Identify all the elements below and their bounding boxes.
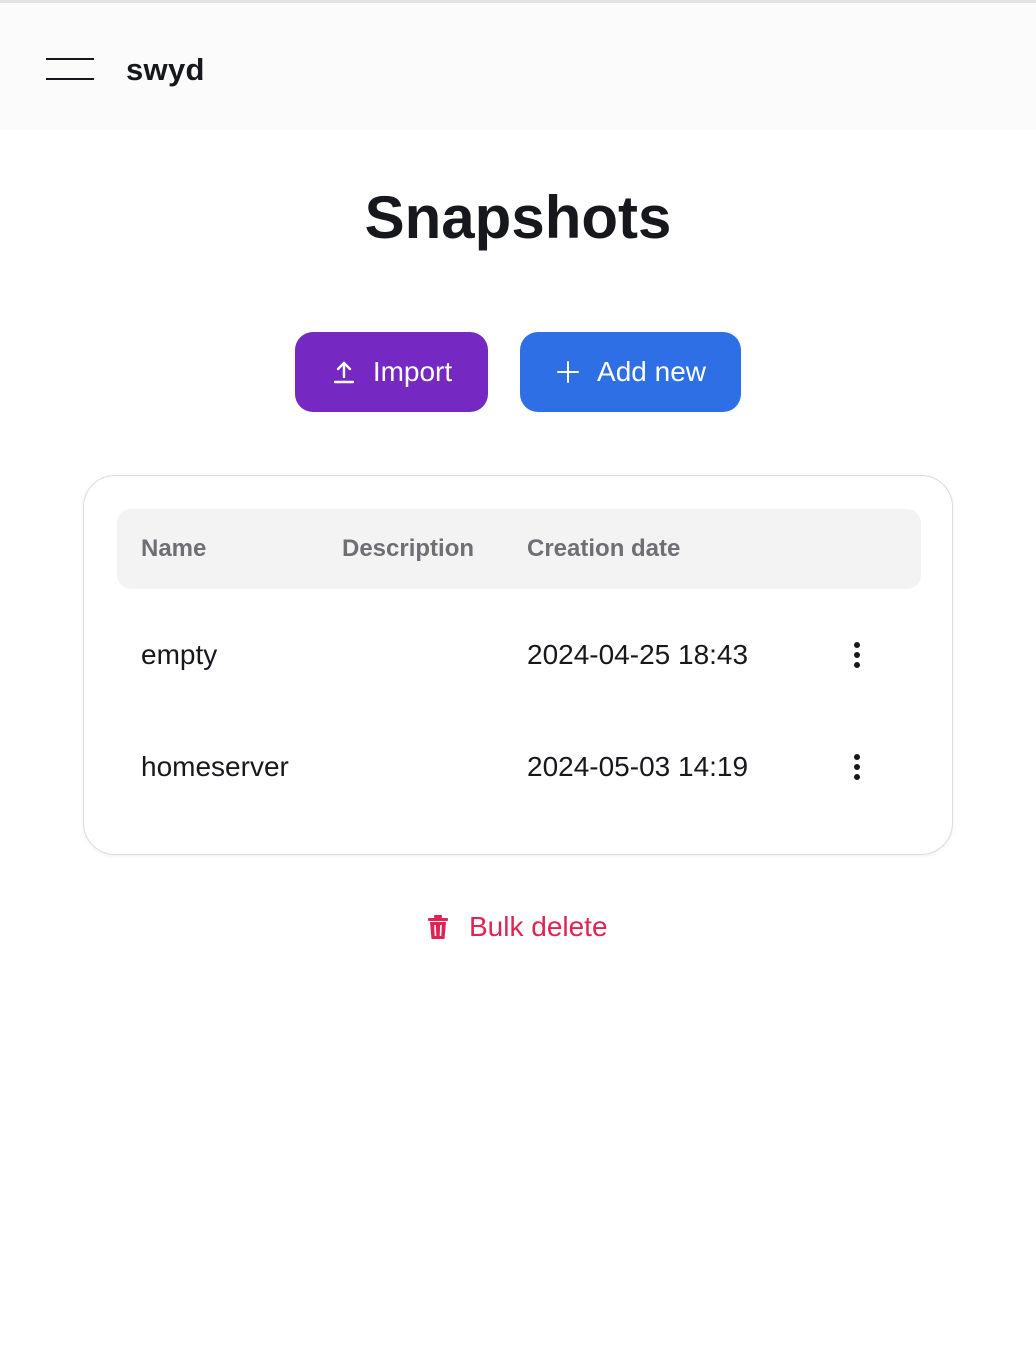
import-label: Import: [372, 356, 453, 387]
column-header-creation-date[interactable]: Creation date: [527, 509, 680, 589]
import-button[interactable]: Import: [295, 332, 488, 412]
table-header: Name Description Creation date: [117, 509, 921, 589]
page-title: Snapshots: [364, 184, 672, 251]
add-new-label: Add new: [597, 356, 706, 387]
hamburger-menu-icon[interactable]: [46, 58, 94, 82]
snapshot-name: empty: [141, 639, 218, 670]
add-new-button[interactable]: Add new: [520, 332, 741, 412]
snapshot-creation-date: 2024-05-03 14:19: [527, 751, 749, 782]
snapshots-table-card: Name Description Creation date empty 202…: [83, 475, 953, 855]
app-header: swyd: [0, 3, 1036, 130]
column-header-description[interactable]: Description: [342, 509, 474, 589]
snapshot-name: homeserver: [141, 751, 289, 782]
upload-icon: [331, 359, 357, 385]
table-row[interactable]: empty 2024-04-25 18:43: [117, 599, 921, 711]
menu-line: [46, 78, 94, 80]
app-title: swyd: [126, 52, 205, 87]
trash-icon: [424, 913, 452, 941]
snapshot-creation-date: 2024-04-25 18:43: [527, 639, 749, 670]
bulk-delete-button[interactable]: Bulk delete: [424, 905, 608, 949]
table-row[interactable]: homeserver 2024-05-03 14:19: [117, 711, 921, 823]
menu-line: [46, 58, 94, 60]
plus-icon: [555, 359, 581, 385]
column-header-name[interactable]: Name: [141, 509, 206, 589]
kebab-menu-icon[interactable]: [843, 752, 871, 782]
bulk-delete-label: Bulk delete: [469, 911, 608, 942]
kebab-menu-icon[interactable]: [843, 640, 871, 670]
